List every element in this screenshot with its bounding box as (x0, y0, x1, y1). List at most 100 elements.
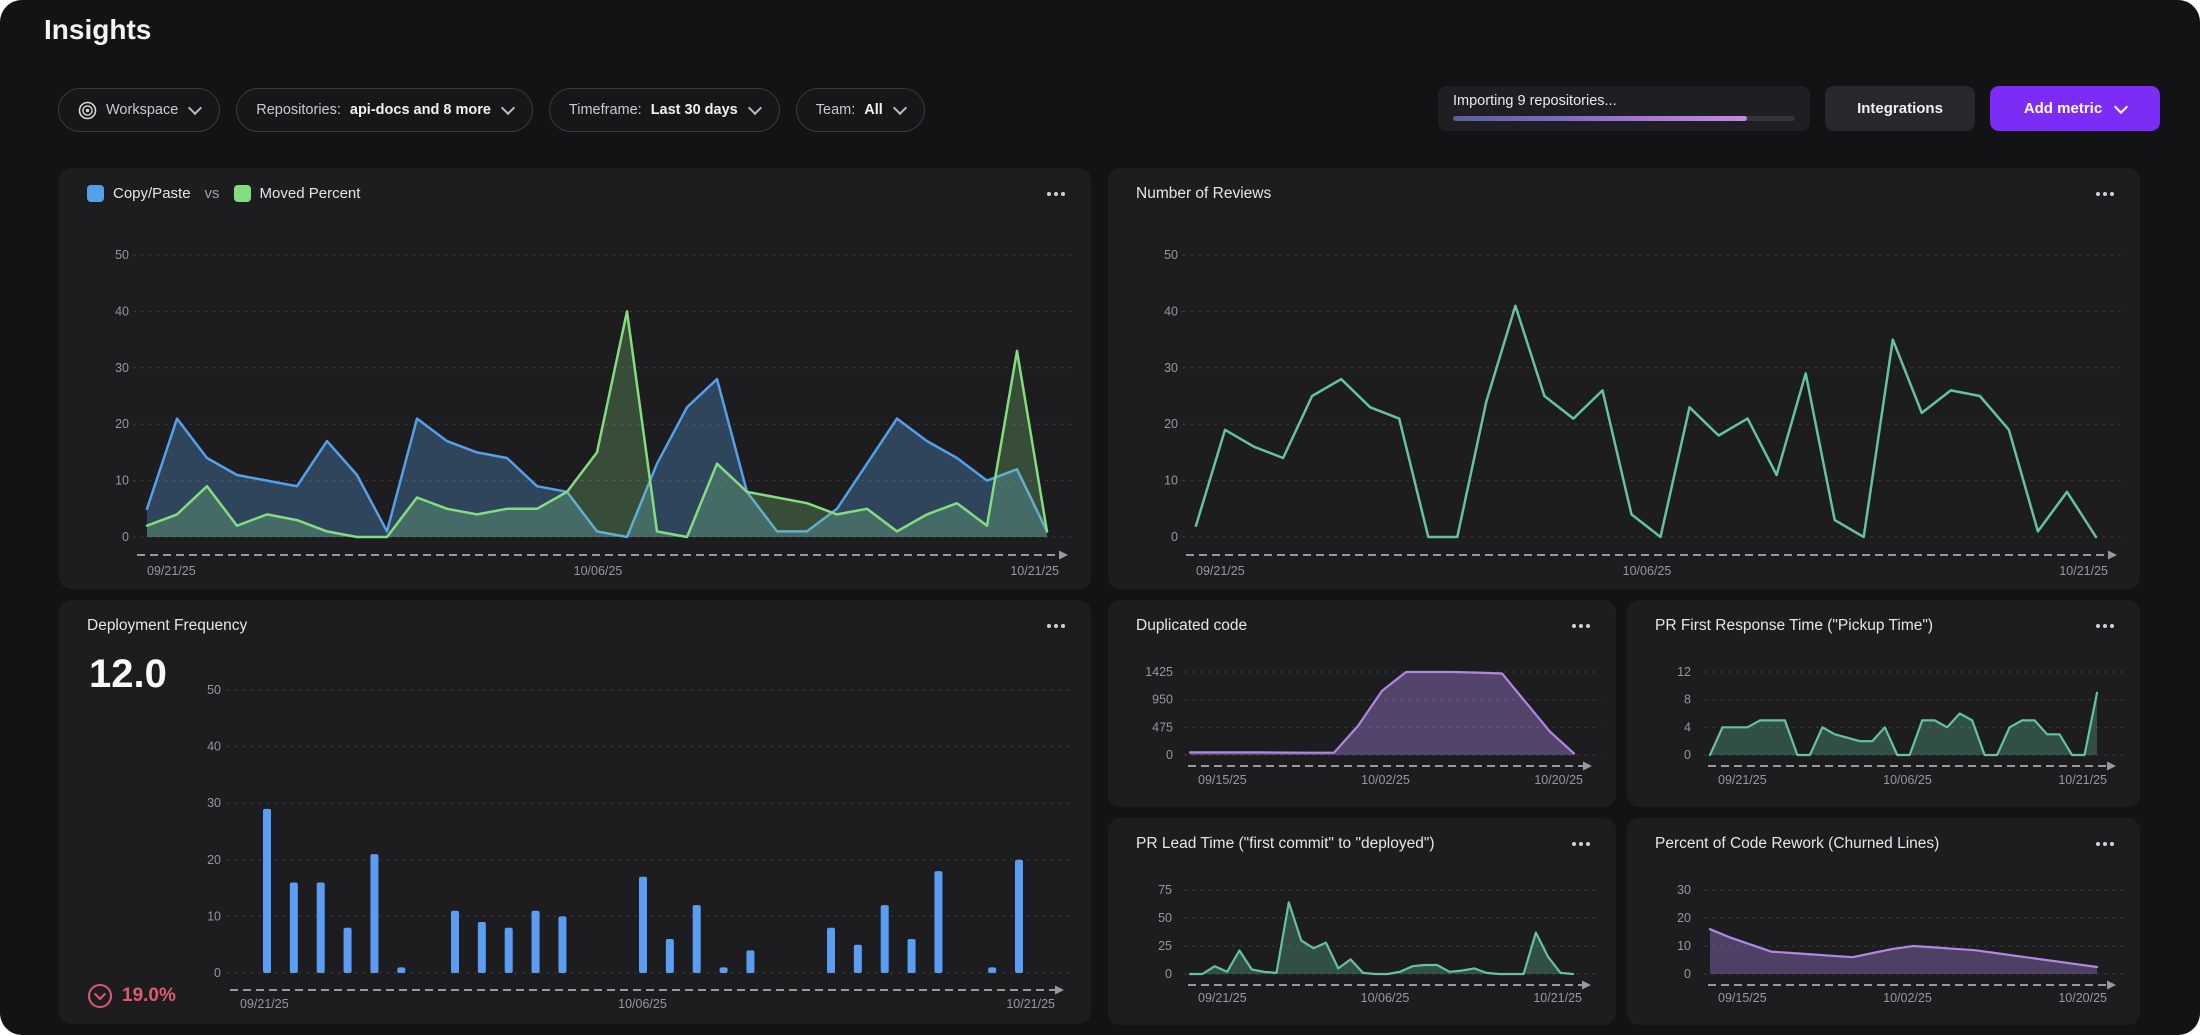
svg-text:4: 4 (1684, 720, 1691, 734)
deployment-frequency-value: 12.0 (89, 652, 167, 697)
insights-dashboard: Insights Workspace Repositories: api-doc… (0, 0, 2200, 1035)
svg-text:10/21/25: 10/21/25 (1010, 564, 1059, 578)
header-actions: Importing 9 repositories... Integrations… (1438, 86, 2160, 131)
legend-vs-label: vs (205, 185, 220, 202)
svg-text:09/21/25: 09/21/25 (1198, 991, 1247, 1005)
svg-text:50: 50 (1164, 248, 1178, 262)
timeframe-prefix: Timeframe: (569, 102, 642, 118)
panel-menu-icon[interactable] (1572, 842, 1576, 846)
repositories-dropdown[interactable]: Repositories: api-docs and 8 more (236, 88, 533, 132)
panel-menu-icon[interactable] (1047, 624, 1051, 628)
svg-text:50: 50 (115, 248, 129, 262)
deployment-frequency-chart: 5040302010009/21/2510/06/2510/21/25 (59, 600, 1091, 1024)
svg-text:0: 0 (1684, 748, 1691, 762)
add-metric-label: Add metric (2024, 100, 2102, 117)
panel-title: Deployment Frequency (87, 617, 247, 635)
copy-paste-chart: 5040302010009/21/2510/06/2510/21/25 (59, 168, 1091, 589)
svg-text:10/06/25: 10/06/25 (618, 997, 667, 1011)
chevron-down-icon (2114, 99, 2128, 113)
svg-text:10/21/25: 10/21/25 (1533, 991, 1582, 1005)
import-status-card: Importing 9 repositories... (1438, 86, 1810, 131)
svg-text:20: 20 (207, 853, 221, 867)
panel-pr-lead-time: PR Lead Time ("first commit" to "deploye… (1108, 818, 1616, 1025)
svg-text:20: 20 (1677, 911, 1691, 925)
workspace-label: Workspace (106, 102, 178, 118)
panel-pr-first-response-time: PR First Response Time ("Pickup Time") 1… (1627, 600, 2140, 807)
add-metric-button[interactable]: Add metric (1990, 86, 2160, 131)
panel-menu-icon[interactable] (2096, 192, 2100, 196)
svg-text:09/21/25: 09/21/25 (240, 997, 289, 1011)
svg-text:475: 475 (1152, 720, 1173, 734)
svg-text:0: 0 (1165, 967, 1172, 981)
panel-title: Number of Reviews (1136, 185, 1271, 203)
page-title: Insights (44, 14, 151, 46)
repositories-value: api-docs and 8 more (350, 102, 491, 118)
svg-text:0: 0 (1166, 748, 1173, 762)
chevron-down-icon (893, 101, 907, 115)
panel-menu-icon[interactable] (1047, 192, 1051, 196)
import-status-text: Importing 9 repositories... (1453, 93, 1795, 109)
svg-text:20: 20 (1164, 417, 1178, 431)
svg-text:40: 40 (207, 740, 221, 754)
svg-text:10/02/25: 10/02/25 (1361, 773, 1410, 787)
filter-bar: Workspace Repositories: api-docs and 8 m… (58, 88, 925, 132)
legend-swatch-copy-paste (87, 185, 104, 202)
panel-menu-icon[interactable] (2096, 842, 2100, 846)
chevron-down-icon (188, 101, 202, 115)
legend-swatch-moved-percent (234, 185, 251, 202)
svg-text:0: 0 (1684, 967, 1691, 981)
svg-text:30: 30 (115, 361, 129, 375)
svg-text:10/06/25: 10/06/25 (1883, 773, 1932, 787)
chevron-down-icon (501, 101, 515, 115)
svg-text:30: 30 (1164, 361, 1178, 375)
workspace-dropdown[interactable]: Workspace (58, 88, 220, 132)
svg-text:10: 10 (115, 474, 129, 488)
panel-duplicated-code: Duplicated code 1425950475009/15/2510/02… (1108, 600, 1616, 807)
svg-text:75: 75 (1158, 883, 1172, 897)
panel-menu-icon[interactable] (1572, 624, 1576, 628)
svg-text:10/20/25: 10/20/25 (1534, 773, 1583, 787)
panel-title: PR Lead Time ("first commit" to "deploye… (1136, 835, 1435, 853)
svg-text:10/06/25: 10/06/25 (1361, 991, 1410, 1005)
legend-label-moved-percent: Moved Percent (260, 185, 361, 202)
team-dropdown[interactable]: Team: All (796, 88, 925, 132)
timeframe-dropdown[interactable]: Timeframe: Last 30 days (549, 88, 780, 132)
svg-text:12: 12 (1677, 665, 1691, 679)
svg-text:10/21/25: 10/21/25 (1006, 997, 1055, 1011)
chevron-down-icon (748, 101, 762, 115)
svg-text:1425: 1425 (1145, 665, 1173, 679)
svg-text:0: 0 (1171, 530, 1178, 544)
svg-text:10: 10 (1677, 939, 1691, 953)
svg-text:50: 50 (1158, 911, 1172, 925)
svg-text:8: 8 (1684, 693, 1691, 707)
svg-text:10: 10 (207, 909, 221, 923)
svg-text:40: 40 (1164, 304, 1178, 318)
panel-menu-icon[interactable] (2096, 624, 2100, 628)
svg-text:10/06/25: 10/06/25 (1623, 564, 1672, 578)
svg-text:10/06/25: 10/06/25 (574, 564, 623, 578)
number-of-reviews-chart: 5040302010009/21/2510/06/2510/21/25 (1108, 168, 2140, 589)
trend-down-icon (87, 983, 113, 1009)
svg-text:20: 20 (115, 417, 129, 431)
svg-text:09/15/25: 09/15/25 (1718, 991, 1767, 1005)
deployment-delta-value: 19.0% (122, 985, 176, 1007)
svg-text:30: 30 (1677, 883, 1691, 897)
svg-text:10/21/25: 10/21/25 (2058, 773, 2107, 787)
svg-text:30: 30 (207, 796, 221, 810)
integrations-button[interactable]: Integrations (1825, 86, 1975, 131)
panel-code-rework: Percent of Code Rework (Churned Lines) 3… (1627, 818, 2140, 1025)
panel-copy-paste: Copy/Paste vs Moved Percent 504030201000… (59, 168, 1091, 589)
panel-title: Duplicated code (1136, 617, 1247, 635)
import-progress-bar (1453, 116, 1795, 121)
svg-text:40: 40 (115, 304, 129, 318)
team-value: All (864, 102, 883, 118)
svg-text:09/21/25: 09/21/25 (1196, 564, 1245, 578)
svg-text:10/02/25: 10/02/25 (1883, 991, 1932, 1005)
timeframe-value: Last 30 days (651, 102, 738, 118)
chart-legend: Copy/Paste vs Moved Percent (87, 185, 360, 202)
svg-text:09/15/25: 09/15/25 (1198, 773, 1247, 787)
integrations-label: Integrations (1857, 100, 1943, 117)
svg-text:0: 0 (214, 966, 221, 980)
legend-label-copy-paste: Copy/Paste (113, 185, 191, 202)
panel-number-of-reviews: Number of Reviews 5040302010009/21/2510/… (1108, 168, 2140, 589)
